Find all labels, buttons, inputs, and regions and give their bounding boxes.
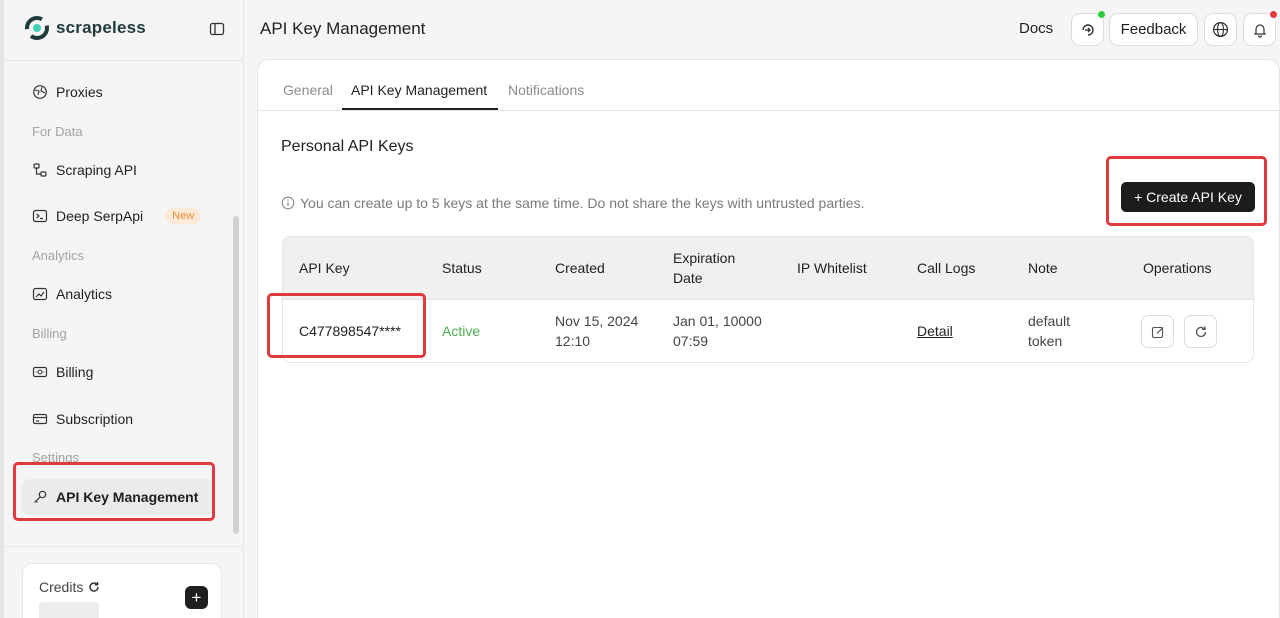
globe-network-icon (33, 85, 47, 99)
section-label-settings: Settings (32, 450, 79, 465)
header-expiration-line1: Expiration (673, 250, 736, 266)
header-note: Note (1028, 260, 1058, 276)
tab-bar: General API Key Management Notifications (258, 60, 1279, 111)
tab-notifications[interactable]: Notifications (508, 82, 584, 98)
note-line1: default (1028, 313, 1071, 329)
support-icon (1081, 23, 1094, 36)
regenerate-button[interactable] (1184, 315, 1217, 348)
header-expiration-date: Expiration Date (673, 248, 735, 288)
header-status: Status (442, 260, 482, 276)
sidebar-collapse-icon[interactable] (209, 21, 225, 37)
section-label-for-data: For Data (32, 124, 83, 139)
section-title: Personal API Keys (281, 138, 414, 155)
refresh-icon[interactable] (88, 581, 100, 593)
edit-icon (1151, 326, 1163, 338)
sidebar-scrollbar[interactable] (233, 216, 239, 534)
terminal-icon (32, 209, 48, 223)
note-cell: default token (1028, 311, 1070, 351)
info-message: You can create up to 5 keys at the same … (281, 195, 864, 211)
header-api-key: API Key (299, 260, 350, 276)
key-icon (34, 490, 47, 503)
sidebar-item-analytics[interactable]: Analytics (22, 276, 214, 312)
info-text: You can create up to 5 keys at the same … (300, 195, 865, 211)
feedback-button[interactable]: Feedback (1109, 13, 1198, 46)
credits-label: Credits (39, 579, 100, 595)
main-card: General API Key Management Notifications… (257, 59, 1280, 618)
notification-dot (1270, 11, 1277, 18)
sidebar-item-deep-serpapi[interactable]: Deep SerpApi New (22, 198, 214, 234)
tab-general[interactable]: General (283, 82, 333, 98)
credits-text: Credits (39, 579, 84, 595)
sidebar-item-label: Scraping API (56, 162, 137, 178)
tab-api-key-management[interactable]: API Key Management (351, 82, 487, 98)
api-key-value: C477898547**** (299, 323, 401, 339)
status-dot (1098, 11, 1105, 18)
sidebar-item-billing[interactable]: Billing (22, 354, 214, 390)
sidebar-item-label: Subscription (56, 411, 134, 427)
sidebar-item-scraping-api[interactable]: Scraping API (22, 152, 214, 188)
chart-icon (32, 287, 48, 301)
header-call-logs: Call Logs (917, 260, 976, 276)
sidebar-item-label: Proxies (56, 84, 103, 100)
active-tab-indicator (342, 108, 498, 110)
api-keys-table: API Key Status Created Expiration Date I… (282, 236, 1254, 363)
edit-button[interactable] (1141, 315, 1174, 348)
refresh-icon (1195, 325, 1206, 337)
new-badge: New (165, 208, 202, 224)
page-title: API Key Management (260, 19, 426, 38)
logo[interactable]: scrapeless (25, 16, 146, 40)
sidebar-item-label: API Key Management (56, 489, 199, 505)
globe-icon (1212, 21, 1229, 38)
sidebar-item-api-key-management[interactable]: API Key Management (22, 479, 214, 515)
section-label-billing: Billing (32, 326, 67, 341)
language-button[interactable] (1204, 13, 1237, 46)
brand-name: scrapeless (56, 18, 146, 37)
header-ip-whitelist: IP Whitelist (797, 260, 867, 276)
call-logs-detail-link[interactable]: Detail (917, 321, 953, 341)
expiration-date: Jan 01, 10000 (673, 313, 762, 329)
note-line2: token (1028, 333, 1063, 349)
scrapeless-logo-icon (25, 16, 49, 40)
support-button[interactable] (1071, 11, 1105, 46)
sidebar: scrapeless Proxies For Data Scraping API… (0, 0, 244, 618)
table-header: API Key Status Created Expiration Date I… (283, 237, 1253, 300)
header-expiration-line2: Date (673, 270, 703, 286)
sidebar-divider (4, 60, 243, 61)
credits-value-redacted (39, 602, 99, 618)
info-icon (281, 196, 295, 210)
create-api-key-button[interactable]: + Create API Key (1121, 182, 1255, 212)
docs-link[interactable]: Docs (1019, 20, 1053, 37)
sidebar-divider (4, 546, 243, 547)
sidebar-item-label: Analytics (56, 286, 113, 302)
status-active: Active (442, 323, 481, 339)
sidebar-item-subscription[interactable]: Subscription (22, 401, 214, 437)
receipt-icon (32, 366, 48, 378)
card-icon (32, 413, 48, 425)
header-created: Created (555, 260, 605, 276)
flow-icon (33, 163, 47, 177)
created-time: 12:10 (555, 333, 591, 349)
sidebar-item-label: Deep SerpApi (56, 208, 144, 224)
created-cell: Nov 15, 2024 12:10 (555, 311, 638, 351)
bell-icon (1253, 23, 1266, 38)
sidebar-item-label: Billing (56, 364, 94, 380)
credits-card: Credits + (22, 563, 222, 618)
header-operations: Operations (1143, 260, 1212, 276)
created-date: Nov 15, 2024 (555, 313, 639, 329)
expiration-time: 07:59 (673, 333, 709, 349)
sidebar-item-proxies[interactable]: Proxies (22, 74, 214, 110)
section-label-analytics: Analytics (32, 248, 85, 263)
notifications-button[interactable] (1243, 11, 1277, 46)
edge-strip (0, 0, 4, 618)
expiration-cell: Jan 01, 10000 07:59 (673, 311, 762, 351)
add-credits-button[interactable]: + (185, 586, 208, 609)
